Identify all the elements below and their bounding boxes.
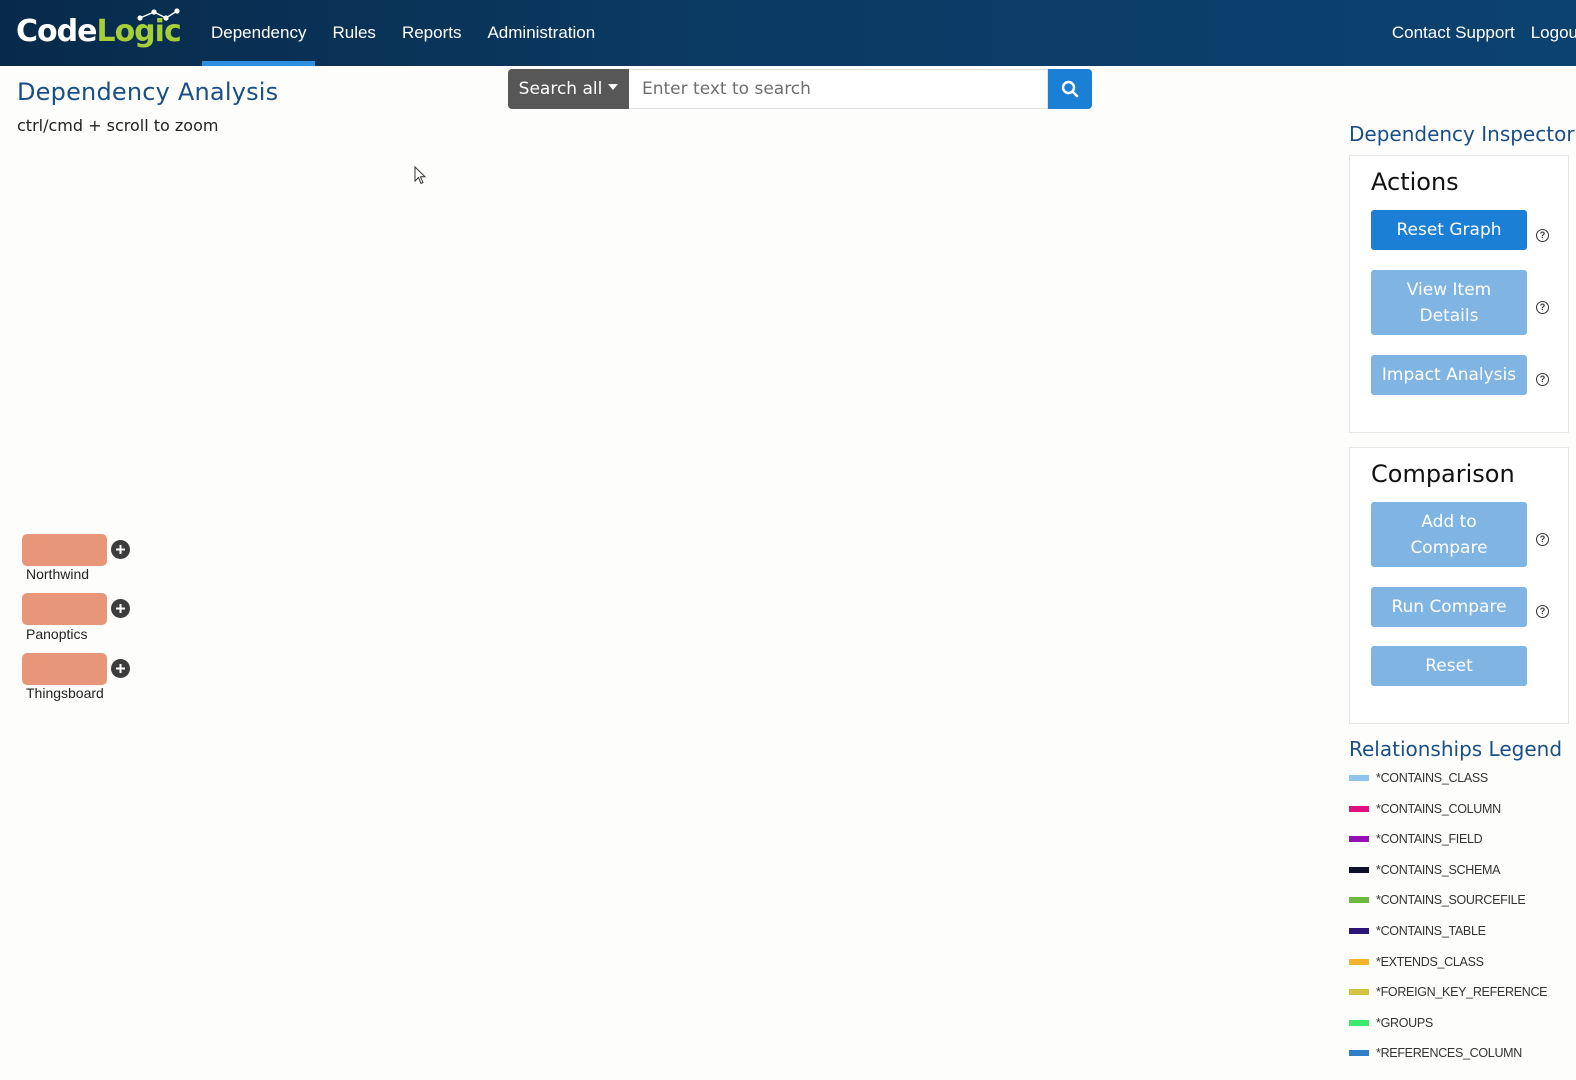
expand-plus-icon[interactable] — [111, 540, 130, 559]
nav-logout[interactable]: Logou — [1523, 0, 1576, 66]
codelogic-logo[interactable]: Code Logic — [16, 8, 182, 52]
legend-item: *CONTAINS_FIELD — [1349, 832, 1483, 847]
legend-label: *CONTAINS_SCHEMA — [1376, 862, 1501, 877]
reset-graph-button[interactable]: Reset Graph — [1371, 210, 1527, 250]
legend-swatch — [1349, 836, 1369, 843]
graph-node-thingsboard[interactable] — [22, 653, 107, 685]
graph-node-panoptics[interactable] — [22, 593, 107, 625]
legend-swatch — [1349, 1019, 1369, 1026]
search-icon — [1061, 80, 1079, 98]
impact-analysis-button[interactable]: Impact Analysis — [1371, 355, 1527, 395]
legend-swatch — [1349, 805, 1369, 812]
nav-rules[interactable]: Rules — [323, 0, 384, 66]
node-label: Northwind — [26, 566, 90, 582]
help-icon[interactable]: ? — [1536, 605, 1549, 618]
search-scope-dropdown[interactable]: Search all — [508, 69, 629, 109]
legend-item: *CONTAINS_COLUMN — [1349, 802, 1501, 816]
legend-swatch — [1349, 1050, 1369, 1057]
help-icon[interactable]: ? — [1536, 373, 1549, 386]
search-button[interactable] — [1048, 69, 1092, 109]
run-compare-button[interactable]: Run Compare — [1371, 587, 1527, 627]
legend-swatch — [1349, 897, 1369, 904]
legend-item: *GROUPS — [1349, 1016, 1433, 1030]
legend-swatch — [1349, 958, 1369, 965]
view-item-details-button[interactable]: View Item Details — [1371, 270, 1527, 335]
legend-label: *REFERENCES_COLUMN — [1376, 1046, 1523, 1061]
logo-network-icon — [137, 8, 180, 21]
legend-label: *FOREIGN_KEY_REFERENCE — [1376, 985, 1548, 1000]
logo-text-code: Code — [16, 14, 97, 49]
legend-label: *CONTAINS_TABLE — [1376, 924, 1486, 938]
main-nav: Dependency Rules Reports Administration — [202, 0, 612, 66]
actions-panel: Actions Reset Graph ? View Item Details … — [1349, 155, 1569, 433]
nav-contact-support[interactable]: Contact Support — [1384, 0, 1523, 66]
legend-title: Relationships Legend — [1349, 737, 1563, 761]
legend-label: *CONTAINS_CLASS — [1376, 771, 1488, 785]
legend-label: *GROUPS — [1376, 1015, 1433, 1030]
search-input[interactable] — [629, 69, 1048, 109]
legend-item: *FOREIGN_KEY_REFERENCE — [1349, 985, 1548, 1000]
caret-down-icon — [608, 84, 619, 90]
legend-swatch — [1349, 866, 1369, 873]
add-to-compare-button[interactable]: Add to Compare — [1371, 502, 1527, 567]
legend-item: *CONTAINS_SCHEMA — [1349, 863, 1500, 877]
legend-item: *REFERENCES_COLUMN — [1349, 1046, 1522, 1060]
legend-item: *CONTAINS_CLASS — [1349, 771, 1488, 785]
help-icon[interactable]: ? — [1536, 301, 1549, 314]
zoom-hint: ctrl/cmd + scroll to zoom — [17, 116, 219, 135]
legend-label: *CONTAINS_FIELD — [1376, 832, 1483, 847]
legend-swatch — [1349, 775, 1369, 781]
top-nav-bar: Code Logic Dependency Rules Reports Admin… — [0, 0, 1576, 66]
graph-node-northwind[interactable] — [22, 534, 107, 566]
nav-administration[interactable]: Administration — [478, 0, 604, 66]
legend-label: *CONTAINS_SOURCEFILE — [1376, 893, 1526, 908]
legend-item: *EXTENDS_CLASS — [1349, 955, 1484, 969]
node-label: Panoptics — [26, 626, 88, 642]
expand-plus-icon[interactable] — [111, 599, 130, 618]
legend-item: *CONTAINS_SOURCEFILE — [1349, 893, 1526, 908]
search-bar: Search all — [508, 69, 1092, 109]
nav-dependency[interactable]: Dependency — [202, 0, 316, 66]
comparison-title: Comparison — [1371, 460, 1515, 488]
help-icon[interactable]: ? — [1536, 229, 1549, 242]
reset-compare-button[interactable]: Reset — [1371, 646, 1527, 686]
actions-title: Actions — [1371, 168, 1459, 196]
legend-label: *CONTAINS_COLUMN — [1376, 801, 1501, 816]
search-scope-label: Search all — [518, 79, 603, 99]
legend-label: *EXTENDS_CLASS — [1376, 954, 1484, 969]
comparison-panel: Comparison Add to Compare ? Run Compare … — [1349, 447, 1569, 724]
expand-plus-icon[interactable] — [111, 659, 130, 678]
legend-swatch — [1349, 989, 1369, 996]
help-icon[interactable]: ? — [1536, 533, 1549, 546]
nav-reports[interactable]: Reports — [393, 0, 471, 66]
mouse-pointer-icon — [414, 166, 427, 185]
page-title: Dependency Analysis — [17, 78, 279, 106]
node-label: Thingsboard — [26, 685, 104, 701]
legend-swatch — [1349, 928, 1369, 934]
legend-item: *CONTAINS_TABLE — [1349, 924, 1486, 938]
inspector-title: Dependency Inspector — [1349, 122, 1575, 146]
nav-right: Contact Support Logou — [1384, 0, 1576, 66]
